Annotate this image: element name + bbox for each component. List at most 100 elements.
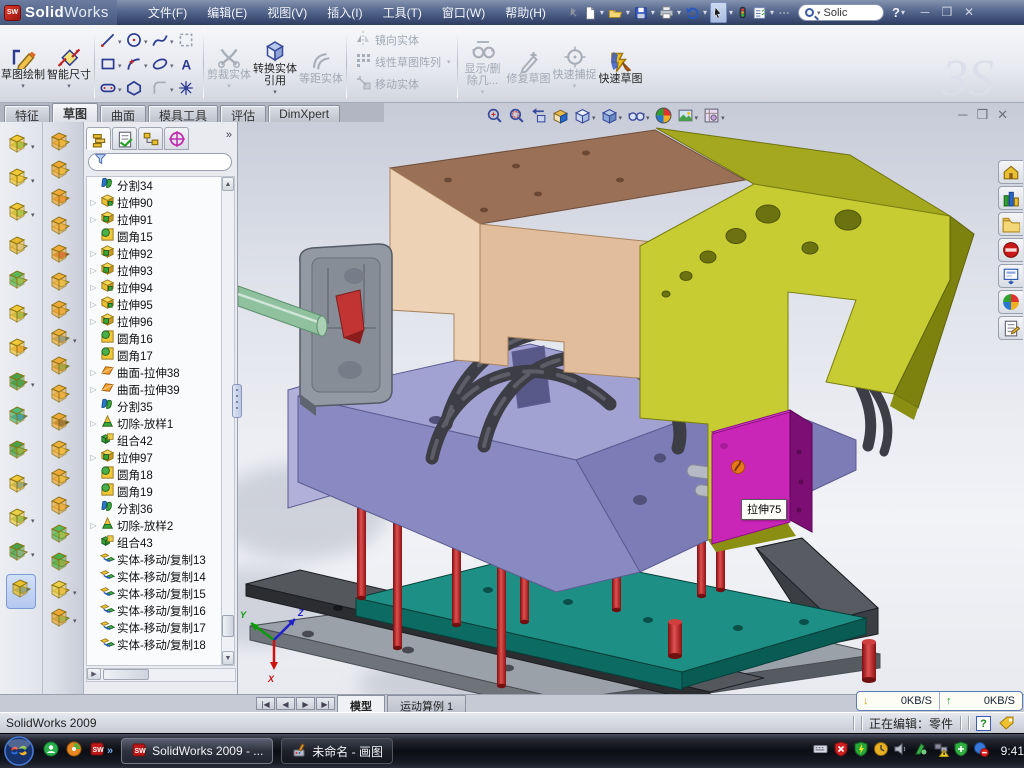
extend-surface-button[interactable]: [48, 466, 72, 495]
thicken-button[interactable]: ▾: [48, 578, 77, 607]
start-button[interactable]: [3, 735, 35, 767]
restore-button[interactable]: ❒: [939, 6, 955, 20]
chevron-down-icon[interactable]: ▾: [31, 381, 35, 389]
zoom-to-fit-button[interactable]: [486, 107, 503, 129]
fillet-button[interactable]: ▾: [6, 200, 35, 229]
chevron-down-icon[interactable]: ▾: [721, 114, 725, 122]
tree-item[interactable]: 组合42: [87, 432, 221, 449]
tab-评估[interactable]: 评估: [220, 105, 266, 122]
solidworks-quick-icon[interactable]: SW: [89, 741, 105, 762]
tree-item[interactable]: ▷拉伸91: [87, 211, 221, 228]
doc-close-button[interactable]: ✕: [997, 109, 1008, 121]
move-copy-body-button[interactable]: [6, 472, 30, 501]
tree-vertical-scrollbar[interactable]: ▲ ▼: [221, 176, 235, 666]
doc-minimize-button[interactable]: ─: [958, 109, 967, 121]
replace-face-button[interactable]: [48, 438, 72, 467]
linear-pattern-button[interactable]: ▾: [6, 370, 35, 399]
chevron-down-icon[interactable]: ▾: [901, 8, 905, 17]
tree-item[interactable]: 分割35: [87, 398, 221, 415]
solidworks-resources-tab[interactable]: [998, 160, 1023, 184]
undo-icon[interactable]: [684, 2, 701, 23]
volume-icon[interactable]: [893, 741, 909, 762]
menu-窗口(W)[interactable]: 窗口(W): [433, 1, 494, 24]
tab-曲面[interactable]: 曲面: [100, 105, 146, 122]
extruded-surface-button[interactable]: [48, 130, 72, 159]
tree-item[interactable]: ▷切除-放样2: [87, 517, 221, 534]
tree-horizontal-scrollbar[interactable]: ◀ ▶: [86, 668, 236, 682]
save-icon[interactable]: [633, 2, 649, 23]
split-button[interactable]: [6, 404, 30, 433]
expand-arrow-icon[interactable]: ▷: [89, 266, 98, 275]
tab-DimXpert[interactable]: DimXpert: [268, 105, 340, 122]
next-frame-button[interactable]: ▶: [296, 697, 315, 710]
revolved-boss-button[interactable]: ▾: [6, 166, 35, 195]
chevron-down-icon[interactable]: ▾: [73, 337, 77, 345]
overflow-icon[interactable]: [777, 2, 792, 23]
tab-草图[interactable]: 草图: [52, 103, 98, 122]
display-style-button[interactable]: ▾: [601, 107, 623, 129]
rib-button[interactable]: [6, 302, 30, 331]
status-help-icon[interactable]: ?: [976, 716, 991, 731]
tree-item[interactable]: ▷拉伸92: [87, 245, 221, 262]
rebuild-icon[interactable]: [736, 2, 750, 23]
lofted-surface-button[interactable]: [48, 214, 72, 243]
tree-item[interactable]: ▷拉伸96: [87, 313, 221, 330]
keyboard-icon[interactable]: [811, 742, 829, 761]
toolbar-button-smart-dimension[interactable]: 智能尺寸▾: [46, 42, 92, 90]
property-manager-tab[interactable]: [112, 127, 137, 150]
expand-arrow-icon[interactable]: ▷: [89, 198, 98, 207]
edit-appearance-button[interactable]: [655, 107, 672, 129]
spline-button[interactable]: ▾: [149, 30, 175, 54]
chevron-down-icon[interactable]: ▾: [31, 517, 35, 525]
file-explorer-tab[interactable]: [998, 212, 1023, 236]
tree-item[interactable]: 圆角18: [87, 466, 221, 483]
network-warning-icon[interactable]: [933, 741, 949, 762]
chevron-down-icon[interactable]: ▾: [677, 8, 681, 17]
surface-fillet-button[interactable]: ▾: [48, 606, 77, 635]
scroll-right-button[interactable]: ▶: [87, 668, 101, 680]
tab-模具工具[interactable]: 模具工具: [148, 105, 218, 122]
custom-properties-tab[interactable]: [998, 316, 1023, 340]
filled-surface-button[interactable]: [48, 270, 72, 299]
messenger-busy-icon[interactable]: [973, 741, 989, 762]
update-icon[interactable]: [873, 741, 889, 762]
hide-show-items-button[interactable]: ▾: [627, 107, 650, 129]
circle-button[interactable]: ▾: [123, 30, 149, 54]
boundary-surface-button[interactable]: [48, 242, 72, 271]
chevron-down-icon[interactable]: ▾: [118, 86, 122, 94]
chevron-down-icon[interactable]: ▾: [770, 8, 774, 17]
revolved-surface-button[interactable]: [48, 158, 72, 187]
part-insert-block[interactable]: [712, 410, 812, 544]
scroll-down-button[interactable]: ▼: [222, 651, 234, 665]
tree-item[interactable]: 实体-移动/复制14: [87, 568, 221, 585]
radiate-surface-button[interactable]: [48, 354, 72, 383]
expand-arrow-icon[interactable]: ▷: [89, 453, 98, 462]
help-button[interactable]: ?: [892, 5, 900, 20]
defender-icon[interactable]: [953, 741, 969, 762]
tab-特征[interactable]: 特征: [4, 105, 50, 122]
tree-item[interactable]: ▷拉伸95: [87, 296, 221, 313]
tree-item[interactable]: 实体-移动/复制17: [87, 619, 221, 636]
viewport-3d-scene[interactable]: Y Z X: [238, 122, 1024, 694]
slot-button[interactable]: ▾: [97, 78, 123, 102]
sync-icon[interactable]: [913, 741, 929, 762]
chevron-down-icon[interactable]: ▾: [31, 551, 35, 559]
chevron-down-icon[interactable]: ▾: [592, 114, 596, 122]
chevron-down-icon[interactable]: ▾: [21, 82, 25, 90]
chevron-down-icon[interactable]: ▾: [273, 88, 277, 96]
chevron-down-icon[interactable]: ▾: [619, 114, 623, 122]
taskbar-window-button[interactable]: SWSolidWorks 2009 - ...: [121, 738, 273, 764]
swept-surface-button[interactable]: [48, 186, 72, 215]
chevron-down-icon[interactable]: ▾: [703, 8, 707, 17]
tree-item[interactable]: 分割34: [87, 177, 221, 194]
tree-item[interactable]: 圆角17: [87, 347, 221, 364]
security-alert-icon[interactable]: [833, 741, 849, 762]
chevron-down-icon[interactable]: ▾: [118, 62, 122, 70]
sketch-fillet-button[interactable]: ▾: [149, 78, 175, 102]
instant3d-button[interactable]: [6, 574, 36, 609]
chevron-down-icon[interactable]: ▾: [31, 177, 35, 185]
polygon-button[interactable]: [123, 78, 149, 102]
tab-模型[interactable]: 模型: [337, 695, 385, 712]
point-button[interactable]: [175, 78, 201, 102]
tab-运动算例 1[interactable]: 运动算例 1: [387, 695, 466, 712]
